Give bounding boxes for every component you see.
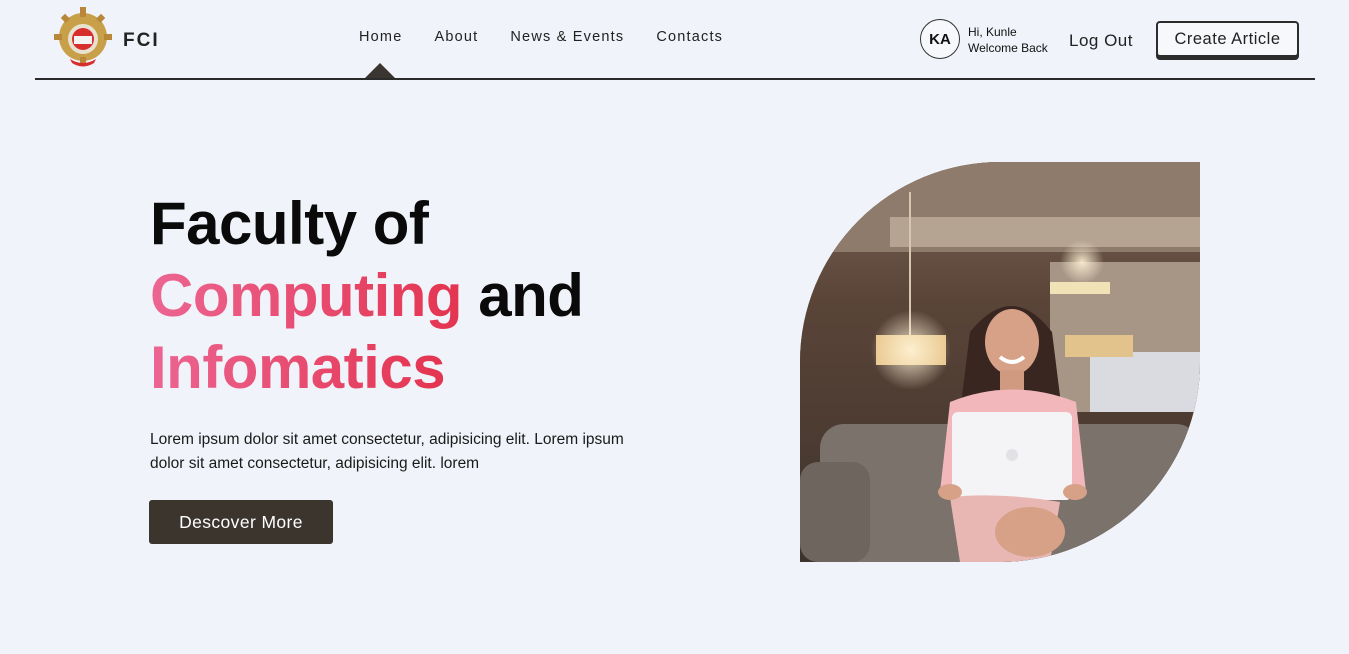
active-nav-indicator (365, 63, 395, 78)
user-avatar[interactable]: KA (920, 19, 960, 59)
welcome-text: Welcome Back (968, 41, 1048, 55)
brand-name[interactable]: FCI (123, 30, 160, 52)
site-header: FCI Home About News & Events Contacts KA… (35, 0, 1315, 80)
nav-about[interactable]: About (434, 29, 478, 45)
photo-illustration (800, 162, 1200, 562)
logout-link[interactable]: Log Out (1069, 31, 1133, 51)
nav-home[interactable]: Home (359, 29, 402, 45)
hero-title-highlight-computing: Computing (150, 262, 463, 329)
faculty-logo[interactable] (50, 3, 116, 69)
main-nav: Home About News & Events Contacts (359, 29, 755, 45)
greeting-text: Hi, Kunle (968, 25, 1017, 39)
hero-title-connector: and (462, 262, 584, 329)
hero-title-highlight-infomatics: Infomatics (150, 334, 446, 401)
avatar-initials: KA (929, 30, 951, 48)
nav-contacts[interactable]: Contacts (656, 29, 723, 45)
hero-description: Lorem ipsum dolor sit amet consectetur, … (150, 431, 624, 472)
create-article-button[interactable]: Create Article (1156, 21, 1299, 57)
nav-news-events[interactable]: News & Events (510, 29, 624, 45)
hero-title-line1: Faculty of (150, 190, 429, 257)
user-greeting: Hi, Kunle Welcome Back (968, 24, 1048, 56)
discover-more-button[interactable]: Descover More (149, 500, 333, 544)
hero-title: Faculty of Computing and Infomatics (150, 188, 584, 404)
hero-photo (800, 162, 1200, 562)
